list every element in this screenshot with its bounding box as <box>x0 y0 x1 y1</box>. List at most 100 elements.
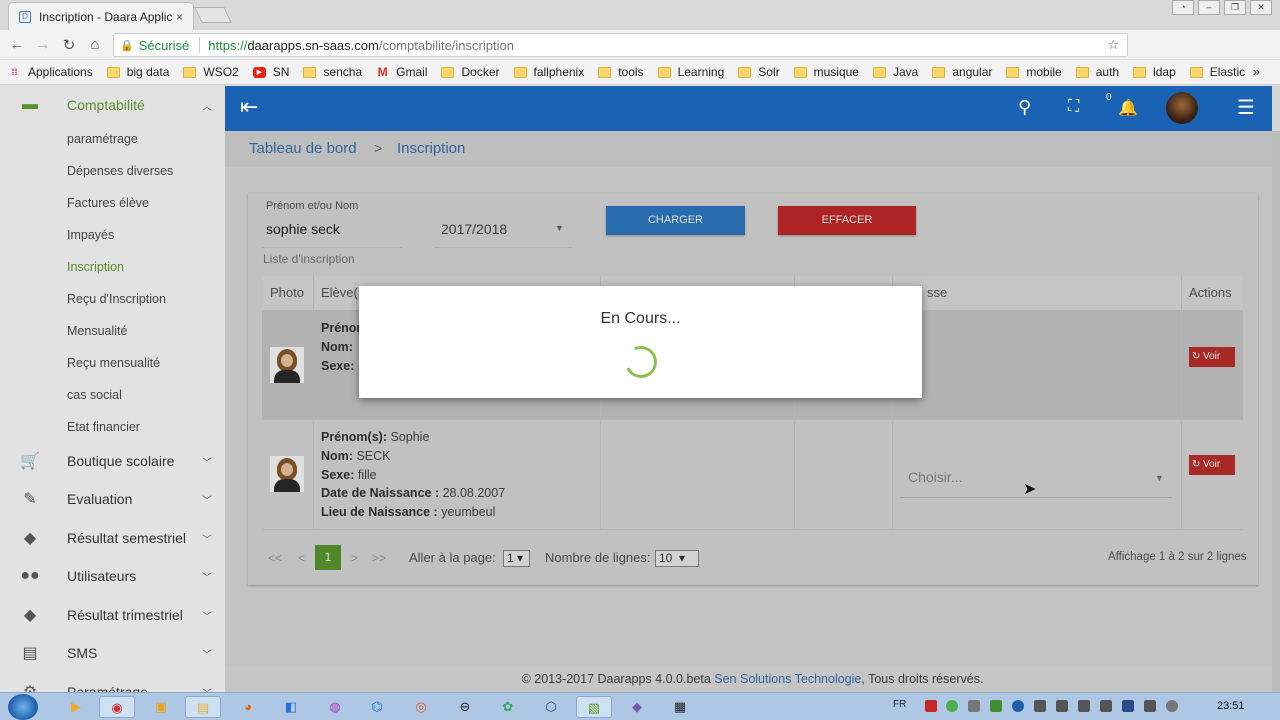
tray-icon[interactable] <box>925 700 937 712</box>
tray-icon[interactable] <box>1078 700 1090 712</box>
bookmark-auth[interactable]: auth <box>1075 65 1119 79</box>
bookmark-java[interactable]: Java <box>872 65 919 79</box>
outlook-icon[interactable]: ▣ <box>143 696 179 718</box>
app-icon[interactable]: ◆ <box>619 696 655 718</box>
bookmark-elastic[interactable]: Elastic <box>1189 65 1245 79</box>
back-icon[interactable]: ← <box>4 36 30 53</box>
close-window-icon[interactable]: ✕ <box>1250 0 1272 15</box>
window-controls: ◔ – ❐ ✕ <box>1172 0 1272 15</box>
chevron-up-icon: ︿ <box>202 101 212 113</box>
reload-icon[interactable]: ↻ <box>56 36 82 54</box>
volume-icon[interactable] <box>1166 700 1178 712</box>
secure-label: Sécurisé <box>138 37 190 53</box>
bluetooth-icon[interactable] <box>1012 700 1024 712</box>
bookmark-label: musique <box>813 65 859 79</box>
app-icon[interactable]: ▧ <box>576 696 612 718</box>
tab-close-icon[interactable]: × <box>176 10 183 24</box>
tray-icon[interactable] <box>946 700 958 712</box>
bookmark-solr[interactable]: Solr <box>738 65 780 79</box>
start-button-icon[interactable] <box>8 694 38 720</box>
minimize-icon[interactable]: – <box>1198 0 1220 15</box>
bookmark-label: Docker <box>461 65 500 79</box>
bookmark-applications[interactable]: ⁞⁞ Applications <box>8 65 93 79</box>
bookmark-sn[interactable]: ▶ SN <box>252 65 289 79</box>
taskbar-clock[interactable]: 23:51 <box>1217 700 1245 712</box>
bookmark-label: Java <box>892 65 919 79</box>
folder-icon <box>513 66 527 78</box>
bookmark-label: WSO2 <box>203 65 239 79</box>
user-avatar[interactable] <box>1166 92 1198 124</box>
collapse-sidebar-icon[interactable]: ⇤ <box>240 94 258 120</box>
sidebar-item-parametrage[interactable]: ⚙ Paramétrage ﹀ <box>0 673 225 692</box>
folder-icon <box>793 66 807 78</box>
bookmark-musique[interactable]: musique <box>793 65 859 79</box>
postman-icon[interactable]: ◎ <box>403 696 439 718</box>
browser-tab[interactable]: D Inscription - Daara Applic × <box>8 2 194 30</box>
bookmark-angular[interactable]: angular <box>932 65 992 79</box>
sidebar-subitem-etat-financier[interactable]: Etat financier <box>67 420 140 434</box>
sidebar-subitem-recu-inscription[interactable]: Reçu d'Inscription <box>67 292 166 306</box>
chrome-icon[interactable]: ◉ <box>99 696 135 718</box>
sidebar-subitem-impayes[interactable]: Impayés <box>67 228 114 242</box>
firefox-icon[interactable]: ◕ <box>230 696 266 718</box>
folder-icon <box>598 66 612 78</box>
bookmark-fallphenix[interactable]: fallphenix <box>513 65 584 79</box>
sidebar-item-resultat-trimestriel[interactable]: ◆ Résultat trimestriel ﹀ <box>0 596 225 634</box>
bookmarks-overflow-icon[interactable]: » <box>1253 64 1260 79</box>
app-icon[interactable]: ✿ <box>490 696 526 718</box>
bookmark-gmail[interactable]: M Gmail <box>376 65 428 79</box>
bookmark-learning[interactable]: Learning <box>657 65 724 79</box>
tray-icon[interactable] <box>1056 700 1068 712</box>
virtualbox-icon[interactable]: ⬡ <box>533 696 569 718</box>
sidebar-subitem-recu-mensualite[interactable]: Reçu mensualité <box>67 356 160 370</box>
sidebar-subitem-factures[interactable]: Factures élève <box>67 196 149 210</box>
user-profile-icon[interactable]: ◔ <box>1172 0 1194 15</box>
address-bar[interactable]: 🔒 Sécurisé https:// daarapps.sn-saas.com… <box>113 33 1128 57</box>
app-icon[interactable]: ◍ <box>317 696 353 718</box>
app-icon[interactable]: ◧ <box>273 696 309 718</box>
tray-icon[interactable] <box>1144 700 1156 712</box>
sidebar-subitem-inscription[interactable]: Inscription <box>67 260 124 274</box>
tray-icon[interactable] <box>968 700 980 712</box>
bookmark-docker[interactable]: Docker <box>441 65 500 79</box>
notifications-bell-icon[interactable]: 🔔 <box>1118 98 1138 118</box>
fullscreen-icon[interactable]: ⛶ <box>1068 98 1079 116</box>
home-icon[interactable]: ⌂ <box>82 36 108 53</box>
tray-icon[interactable] <box>1034 700 1046 712</box>
explorer-icon[interactable]: ▤ <box>185 696 221 718</box>
restore-icon[interactable]: ❐ <box>1224 0 1246 15</box>
tray-icon[interactable] <box>990 700 1002 712</box>
bookmark-tools[interactable]: tools <box>598 65 644 79</box>
bookmark-big-data[interactable]: big data <box>106 65 169 79</box>
new-tab-button[interactable] <box>194 7 232 23</box>
chevron-down-icon: ﹀ <box>202 611 212 623</box>
media-player-icon[interactable]: ▶ <box>58 696 94 718</box>
bookmark-ldap[interactable]: ldap <box>1133 65 1176 79</box>
sidebar: ▬ Comptabilité ︿ paramétrage Dépenses di… <box>0 86 225 692</box>
bookmark-sencha[interactable]: sencha <box>303 65 362 79</box>
sidebar-item-utilisateurs[interactable]: ●● Utilisateurs ﹀ <box>0 557 225 595</box>
sidebar-subitem-mensualite[interactable]: Mensualité <box>67 324 127 338</box>
language-indicator[interactable]: FR <box>893 699 906 710</box>
forward-icon[interactable]: → <box>30 36 56 53</box>
vscode-icon[interactable]: ⌬ <box>359 696 395 718</box>
sidebar-item-evaluation[interactable]: ✎ Evaluation ﹀ <box>0 480 225 518</box>
network-icon[interactable] <box>1122 700 1134 712</box>
app-icon[interactable]: ⊖ <box>447 696 483 718</box>
bookmark-star-icon[interactable]: ☆ <box>1107 37 1119 53</box>
sidebar-subitem-depenses[interactable]: Dépenses diverses <box>67 164 173 178</box>
bookmark-mobile[interactable]: mobile <box>1006 65 1062 79</box>
bookmark-wso2[interactable]: WSO2 <box>183 65 239 79</box>
tray-icon[interactable] <box>1100 700 1112 712</box>
sidebar-subitem-parametrage[interactable]: paramétrage <box>67 132 138 146</box>
search-icon[interactable]: ⚲ <box>1018 97 1031 118</box>
sidebar-item-resultat-semestriel[interactable]: ◆ Résultat semestriel ﹀ <box>0 519 225 557</box>
app-icon[interactable]: ▦ <box>662 696 698 718</box>
hamburger-menu-icon[interactable]: ☰ <box>1237 95 1255 120</box>
sidebar-item-boutique[interactable]: 🛒 Boutique scolaire ﹀ <box>0 442 225 480</box>
sidebar-item-sms[interactable]: ▤ SMS ﹀ <box>0 634 225 672</box>
sidebar-item-label: Résultat trimestriel <box>67 607 183 623</box>
sidebar-item-label: Utilisateurs <box>67 568 137 584</box>
sidebar-subitem-cas-social[interactable]: cas social <box>67 388 122 402</box>
sidebar-item-comptabilite[interactable]: ▬ Comptabilité ︿ <box>0 86 225 124</box>
